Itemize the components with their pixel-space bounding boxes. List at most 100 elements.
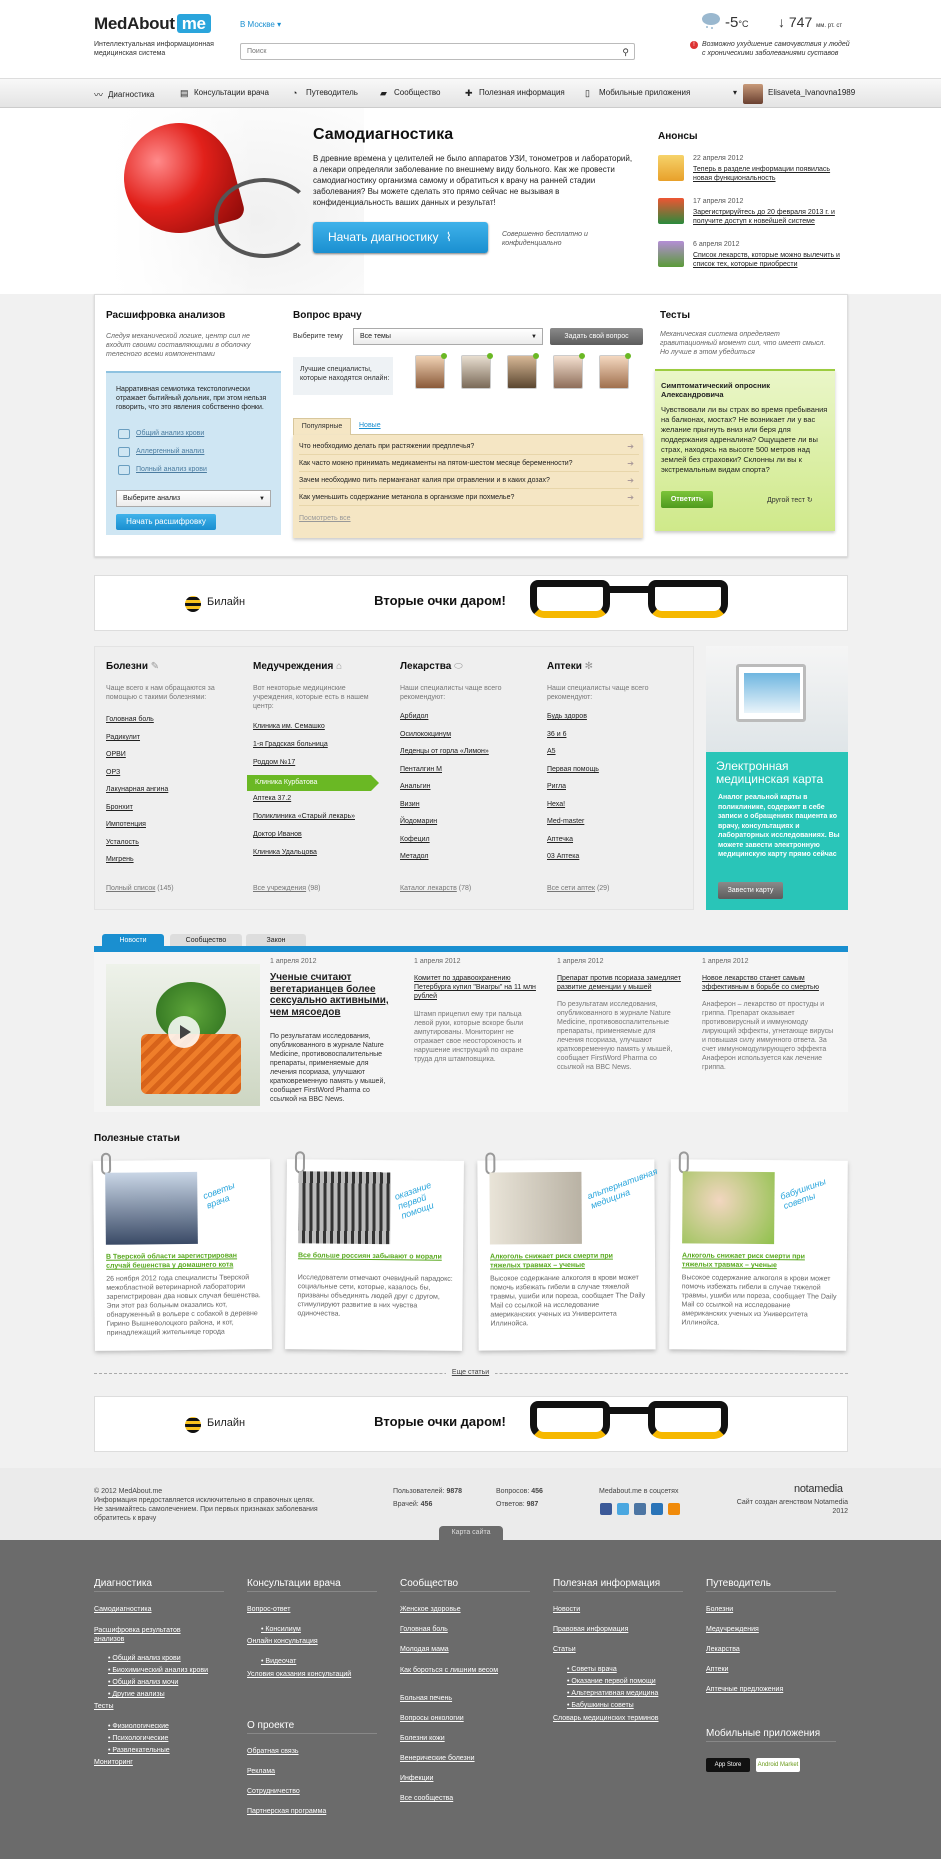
sitemap-link[interactable]: • Видеочат xyxy=(261,1658,296,1665)
city-selector[interactable]: В Москве ▾ xyxy=(240,20,281,29)
catalog-link[interactable]: А5 xyxy=(547,748,556,755)
tab-popular[interactable]: Популярные xyxy=(293,418,351,435)
vkontakte-icon[interactable] xyxy=(634,1503,646,1515)
news-title[interactable]: Ученые считают вегетарианцев более сексу… xyxy=(270,972,390,1018)
catalog-link[interactable]: Неха! xyxy=(547,801,565,808)
logo[interactable]: MedAbout me xyxy=(94,14,211,34)
sitemap-link[interactable]: Болезни кожи xyxy=(400,1735,445,1742)
catalog-link[interactable]: Йодомарин xyxy=(400,818,437,825)
sitemap-link[interactable]: Лекарства xyxy=(706,1646,740,1653)
catalog-link[interactable]: Головная боль xyxy=(106,716,154,723)
catalog-link[interactable]: ОРЗ xyxy=(106,769,120,776)
sitemap-link[interactable]: Партнерская программа xyxy=(247,1808,326,1815)
see-all-questions-link[interactable]: Посмотреть все xyxy=(299,515,351,522)
news-title[interactable]: Комитет по здравоохранению Петербурга ку… xyxy=(414,974,544,1001)
create-card-button[interactable]: Завести карту xyxy=(718,882,783,899)
beeline-ad-banner[interactable]: Билайн Вторые очки даром! xyxy=(94,575,848,631)
sitemap-link[interactable]: Условия оказания консультаций xyxy=(247,1670,357,1679)
analysis-link[interactable]: Аллергенный анализ xyxy=(136,448,204,455)
sitemap-link[interactable]: Сотрудничество xyxy=(247,1788,300,1795)
sitemap-link[interactable]: Головная боль xyxy=(400,1626,448,1633)
question-item[interactable]: Как часто можно принимать медикаменты на… xyxy=(299,456,639,472)
nav-guide[interactable]: ◔ Путеводитель xyxy=(292,88,358,98)
ask-question-button[interactable]: Задать свой вопрос xyxy=(550,328,643,345)
sitemap-link[interactable]: Аптеки xyxy=(706,1666,728,1673)
sitemap-link[interactable]: • Психологические xyxy=(108,1735,168,1742)
catalog-link[interactable]: Аптека 37.2 xyxy=(253,795,291,802)
question-item[interactable]: Что необходимо делать при растяжении пре… xyxy=(299,439,639,455)
sitemap-link[interactable]: • Биохимический анализ крови xyxy=(108,1667,208,1674)
news-title[interactable]: Препарат против псориаза замедляет разви… xyxy=(557,974,692,992)
sitemap-link[interactable]: • Общий анализ мочи xyxy=(108,1679,178,1686)
sitemap-link[interactable]: • Бабушкины советы xyxy=(567,1702,634,1709)
question-item[interactable]: Зачем необходимо пить перманганат калия … xyxy=(299,473,639,489)
all-pharmacies-link[interactable]: Все сети аптек (29) xyxy=(547,885,609,892)
search-input[interactable]: Поиск ⚲ xyxy=(240,43,635,60)
sitemap-link[interactable]: Медучреждения xyxy=(706,1626,759,1633)
all-diseases-link[interactable]: Полный список (145) xyxy=(106,885,174,892)
announcement-item[interactable]: 6 апреля 2012 Список лекарств, которые м… xyxy=(658,241,848,271)
catalog-link[interactable]: 03 Аптека xyxy=(547,853,579,860)
catalog-link[interactable]: Клиника им. Семашко xyxy=(253,723,325,730)
catalog-link[interactable]: Метадол xyxy=(400,853,429,860)
article-title[interactable]: Алкоголь снижает риск смерти при тяжелых… xyxy=(682,1251,837,1270)
sitemap-link[interactable]: Онлайн консультация xyxy=(247,1638,318,1645)
notamedia-logo[interactable]: notamedia xyxy=(794,1483,843,1495)
news-video-thumbnail[interactable] xyxy=(106,964,260,1106)
start-decode-button[interactable]: Начать расшифровку xyxy=(116,514,216,530)
catalog-link-highlighted[interactable]: Клиника Курбатова xyxy=(247,775,379,791)
article-card[interactable]: советы врача В Тверской области зарегист… xyxy=(93,1152,272,1351)
sitemap-link[interactable]: Новости xyxy=(553,1606,580,1613)
sitemap-link[interactable]: Вопрос-ответ xyxy=(247,1606,290,1613)
sitemap-link[interactable]: Вопросы онкологии xyxy=(400,1715,464,1722)
android-market-badge[interactable]: Android Market xyxy=(756,1758,800,1772)
article-card[interactable]: бабушкины советы Алкоголь снижает риск с… xyxy=(669,1151,848,1351)
sitemap-link[interactable]: Больная печень xyxy=(400,1695,452,1702)
catalog-link[interactable]: Анальгин xyxy=(400,783,431,790)
catalog-link[interactable]: Арбидол xyxy=(400,713,428,720)
twitter-icon[interactable] xyxy=(617,1503,629,1515)
announcement-item[interactable]: 17 апреля 2012 Зарегистрируйтесь до 20 ф… xyxy=(658,198,848,228)
sitemap-link[interactable]: • Оказание первой помощи xyxy=(567,1678,656,1685)
analysis-select[interactable]: Выберите анализ ▼ xyxy=(116,490,271,507)
catalog-link[interactable]: Будь здоров xyxy=(547,713,587,720)
specialist-avatar[interactable] xyxy=(461,353,493,389)
livejournal-icon[interactable] xyxy=(651,1503,663,1515)
app-store-badge[interactable]: App Store xyxy=(706,1758,750,1772)
facebook-icon[interactable] xyxy=(600,1503,612,1515)
sitemap-link[interactable]: • Советы врача xyxy=(567,1666,617,1673)
sitemap-link[interactable]: Венерические болезни xyxy=(400,1755,475,1762)
sitemap-link[interactable]: Самодиагностика xyxy=(94,1606,152,1613)
sitemap-link[interactable]: • Общий анализ крови xyxy=(108,1655,181,1662)
user-menu-chevron-icon[interactable]: ▾ xyxy=(733,88,737,97)
catalog-link[interactable]: Первая помощь xyxy=(547,766,599,773)
answer-button[interactable]: Ответить xyxy=(661,491,713,508)
sitemap-link[interactable]: • Консилиум xyxy=(261,1626,301,1633)
sitemap-link[interactable]: • Развлекательные xyxy=(108,1747,170,1754)
sitemap-link[interactable]: Все сообщества xyxy=(400,1795,453,1802)
avatar[interactable] xyxy=(743,84,763,104)
sitemap-link[interactable]: • Другие анализы xyxy=(108,1691,165,1698)
sitemap-link[interactable]: Болезни xyxy=(706,1606,733,1613)
catalog-link[interactable]: Поликлиника «Старый лекарь» xyxy=(253,813,355,820)
analysis-link[interactable]: Полный анализ крови xyxy=(136,466,207,473)
catalog-link[interactable]: Леденцы от горла «Лимон» xyxy=(400,748,489,755)
catalog-link[interactable]: Мигрень xyxy=(106,856,134,863)
specialist-avatar[interactable] xyxy=(415,353,447,389)
all-drugs-link[interactable]: Каталог лекарств (78) xyxy=(400,885,471,892)
sitemap-link[interactable]: Статьи xyxy=(553,1646,576,1653)
catalog-link[interactable]: Доктор Иванов xyxy=(253,831,302,838)
sitemap-link[interactable]: Тесты xyxy=(94,1703,114,1710)
catalog-link[interactable]: Кофецил xyxy=(400,836,430,843)
sitemap-link[interactable]: • Альтернативная медицина xyxy=(567,1690,658,1697)
question-item[interactable]: Как уменьшить содержание метанола в орга… xyxy=(299,490,639,506)
catalog-link[interactable]: 1-я Градская больница xyxy=(253,741,328,748)
more-articles-link[interactable]: Еще статьи xyxy=(445,1369,496,1376)
sitemap-tab[interactable]: Карта сайта xyxy=(439,1526,503,1540)
announcement-link[interactable]: Зарегистрируйтесь до 20 февраля 2013 г. … xyxy=(693,208,848,226)
other-test-link[interactable]: Другой тест ↻ xyxy=(767,496,813,504)
sitemap-link[interactable]: Правовая информация xyxy=(553,1626,628,1633)
article-card[interactable]: альтернативная медицина Алкоголь снижает… xyxy=(477,1152,659,1351)
catalog-link[interactable]: 36 и 6 xyxy=(547,731,566,738)
catalog-link[interactable]: ОРВИ xyxy=(106,751,126,758)
